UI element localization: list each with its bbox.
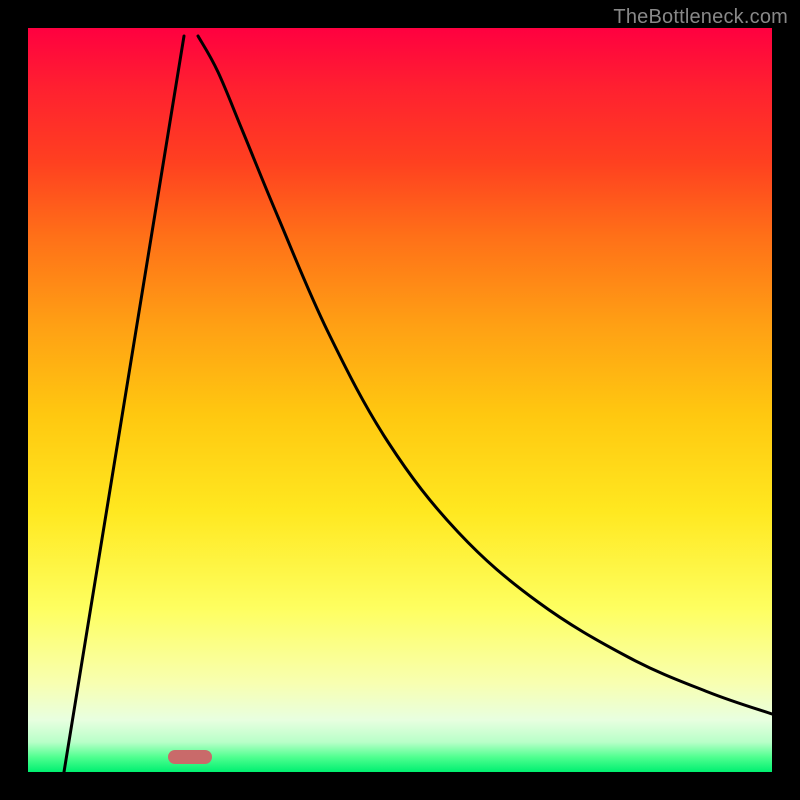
- chart-canvas: [28, 28, 772, 772]
- curve-right: [198, 36, 772, 714]
- watermark-label: TheBottleneck.com: [613, 6, 788, 29]
- chart-curves: [28, 28, 772, 772]
- curve-left: [64, 36, 184, 772]
- bottleneck-marker: [168, 750, 212, 764]
